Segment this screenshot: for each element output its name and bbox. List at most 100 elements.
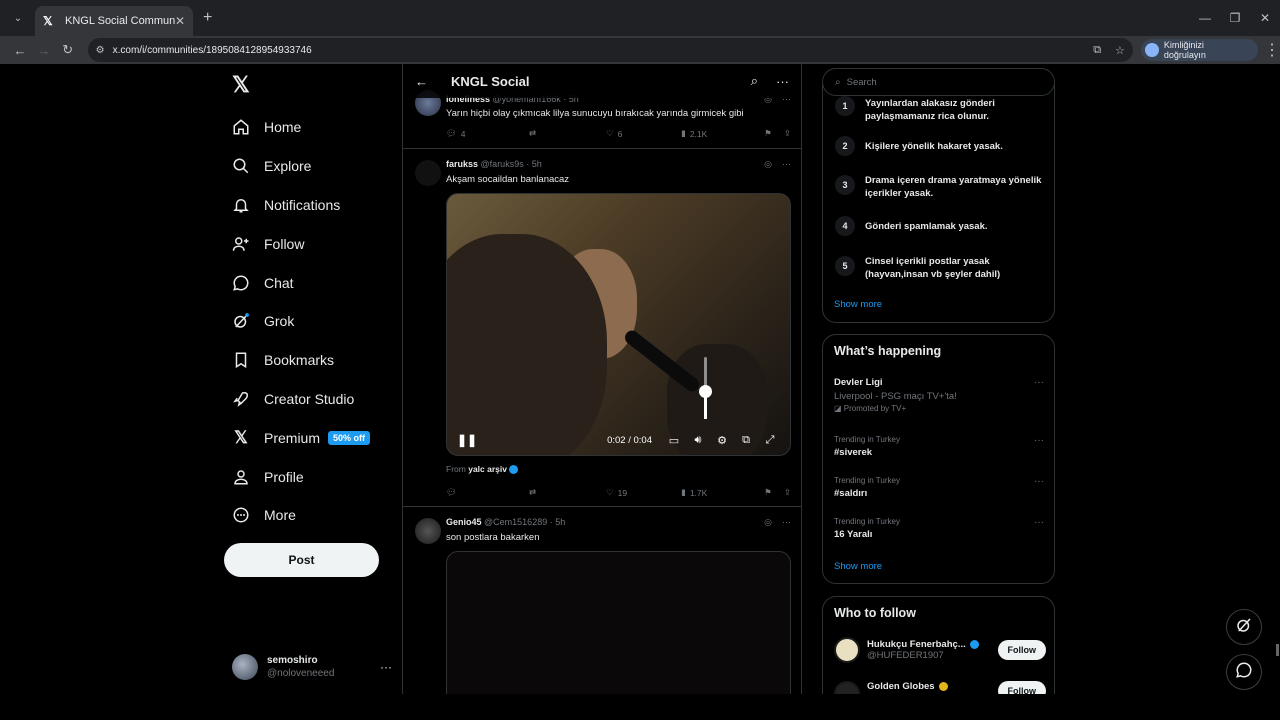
source-account[interactable]: yalc arşiv (468, 464, 507, 474)
views-icon: ▮ (681, 128, 686, 138)
right-sidebar: ⌕ Search 1 Yayınlardan alakasız gönderi … (822, 64, 1056, 706)
nav-item-chat[interactable]: Chat (232, 263, 370, 302)
grok-fab[interactable] (1226, 609, 1262, 645)
trend-name: #saldırı (834, 488, 868, 499)
reply-button[interactable]: 💬︎ (446, 487, 529, 498)
bookmark-button[interactable]: ⚑ (764, 487, 784, 498)
bookmark-button[interactable]: ⚑ (764, 128, 784, 139)
nav-item-more[interactable]: More (232, 496, 370, 535)
trend-item[interactable]: Trending in Turkey #siverek ··· (834, 435, 1044, 458)
video-player[interactable] (446, 551, 791, 694)
browser-tab[interactable]: 𝕏 KNGL Social Community / X ✕ (35, 6, 193, 36)
forward-icon[interactable]: → (32, 43, 56, 58)
nav-item-home[interactable]: Home (232, 108, 370, 147)
nav-item-bookmarks[interactable]: Bookmarks (232, 341, 370, 380)
author-name[interactable]: farukss (446, 159, 478, 169)
tab-close-icon[interactable]: ✕ (175, 14, 185, 28)
community-icon: ◎ (764, 517, 772, 527)
chat-icon (1235, 661, 1253, 684)
account-switcher[interactable]: semoshiro @noloveneeed ··· (232, 654, 392, 680)
follow-suggestion[interactable]: Hukukçu Fenerbahç... @HUFEDER1907 Follow (834, 637, 1046, 663)
trend-more-icon[interactable]: ··· (1034, 377, 1044, 388)
views-button[interactable]: ▮ 2.1K (681, 128, 764, 139)
repost-button[interactable]: ⇄ (529, 128, 606, 139)
trend-item[interactable]: Trending in Turkey #saldırı ··· (834, 476, 1044, 499)
rule-text: Yayınlardan alakasız gönderi paylaşmaman… (865, 98, 995, 122)
pause-icon[interactable]: ❚❚ (457, 433, 477, 447)
nav-item-notifications[interactable]: Notifications (232, 186, 370, 225)
minimize-icon[interactable]: — (1190, 11, 1220, 25)
fullscreen-icon[interactable]: ⤢ (758, 434, 782, 447)
account-more-icon[interactable]: ··· (380, 660, 392, 674)
new-tab-button[interactable]: + (203, 9, 212, 27)
author-name[interactable]: Genio45 (446, 517, 482, 527)
bookmark-icon: ⚑ (764, 128, 772, 138)
reply-icon: 💬︎ (446, 487, 457, 497)
video-source: From yalc arşiv (446, 464, 518, 475)
post-button[interactable]: Post (224, 543, 379, 577)
window-close-icon[interactable]: ✕ (1250, 11, 1280, 25)
back-icon[interactable]: ← (8, 43, 32, 58)
trends-show-more-link[interactable]: Show more (834, 561, 882, 572)
nav-item-explore[interactable]: Explore (232, 147, 370, 186)
community-icon: ◎ (764, 159, 772, 169)
reply-button[interactable]: 💬︎ 4 (446, 128, 529, 139)
like-button[interactable]: ♡ 6 (606, 128, 681, 139)
messages-fab[interactable] (1226, 654, 1262, 690)
install-app-icon[interactable]: ⧉ (1093, 44, 1101, 57)
browser-menu-icon[interactable]: ⋮ (1264, 40, 1280, 60)
verified-badge-icon (970, 639, 980, 649)
video-player[interactable]: ❚❚ 0:02 / 0:04 ▭ 🔊︎ ⚙ ⧉ ⤢ (446, 193, 791, 456)
volume-slider[interactable] (699, 357, 712, 419)
trend-more-icon[interactable]: ··· (1034, 476, 1044, 487)
nav-item-follow[interactable]: Follow (232, 224, 370, 263)
volume-handle[interactable] (699, 385, 712, 399)
share-button[interactable]: ⇪ (784, 128, 791, 139)
trend-item[interactable]: Trending in Turkey 16 Yaralı ··· (834, 517, 1044, 540)
x-logo-icon[interactable]: 𝕏 (232, 72, 250, 98)
settings-icon[interactable]: ⚙ (710, 434, 734, 447)
follow-button[interactable]: Follow (997, 640, 1046, 660)
profile-button[interactable]: Kimliğinizi doğrulayın (1140, 39, 1258, 61)
nav-item-grok[interactable]: Grok (232, 302, 370, 341)
nav-label: Home (264, 119, 302, 136)
more-circle-icon (232, 506, 250, 524)
nav-item-premium[interactable]: 𝕏 Premium 50% off (232, 418, 371, 457)
scrollbar-thumb[interactable] (1276, 644, 1279, 656)
search-icon[interactable]: ⌕ (751, 73, 758, 89)
nav-item-creator-studio[interactable]: Creator Studio (232, 380, 370, 419)
reload-icon[interactable]: ↻ (56, 42, 80, 58)
like-button[interactable]: ♡ 19 (606, 487, 681, 498)
scrollbar[interactable] (1274, 64, 1280, 694)
tab-list-dropdown-icon[interactable]: ⌄ (9, 9, 27, 27)
share-button[interactable]: ⇪ (784, 487, 791, 498)
site-info-icon[interactable]: ⚙ (96, 45, 105, 56)
restore-icon[interactable]: ❐ (1220, 11, 1250, 25)
tab-title: KNGL Social Community / X (65, 15, 175, 27)
video-controls: ❚❚ 0:02 / 0:04 ▭ 🔊︎ ⚙ ⧉ ⤢ (447, 425, 790, 455)
page-bottom (0, 694, 1280, 720)
post-more-icon[interactable]: ··· (782, 517, 791, 528)
pip-icon[interactable]: ⧉ (734, 434, 758, 447)
x-icon: 𝕏 (234, 427, 248, 447)
volume-icon[interactable]: 🔊︎ (686, 434, 710, 447)
more-icon[interactable]: ··· (776, 74, 789, 89)
post-more-icon[interactable]: ··· (782, 159, 791, 170)
back-arrow-icon[interactable]: ← (415, 74, 433, 89)
bookmark-star-icon[interactable]: ☆ (1115, 44, 1125, 57)
nav-label: Follow (264, 235, 305, 252)
trend-more-icon[interactable]: ··· (1034, 435, 1044, 446)
search-input[interactable]: ⌕ Search (822, 68, 1055, 96)
url-field[interactable]: ⚙ x.com/i/communities/189508412895493374… (87, 38, 1133, 62)
reply-icon: 💬︎ (446, 128, 457, 138)
rules-show-more-link[interactable]: Show more (834, 299, 882, 310)
verified-badge-icon (939, 681, 949, 691)
trend-item[interactable]: Devler Ligi Liverpool - PSG maçı TV+'ta!… (834, 377, 1044, 413)
post-text: Akşam socaildan banlanacaz (446, 174, 570, 185)
captions-icon[interactable]: ▭ (662, 434, 686, 447)
trend-context: Trending in Turkey (834, 435, 900, 444)
views-button[interactable]: ▮ 1.7K (681, 487, 764, 498)
nav-item-profile[interactable]: Profile (232, 457, 370, 496)
trend-more-icon[interactable]: ··· (1034, 517, 1044, 528)
repost-button[interactable]: ⇄ (529, 487, 606, 498)
